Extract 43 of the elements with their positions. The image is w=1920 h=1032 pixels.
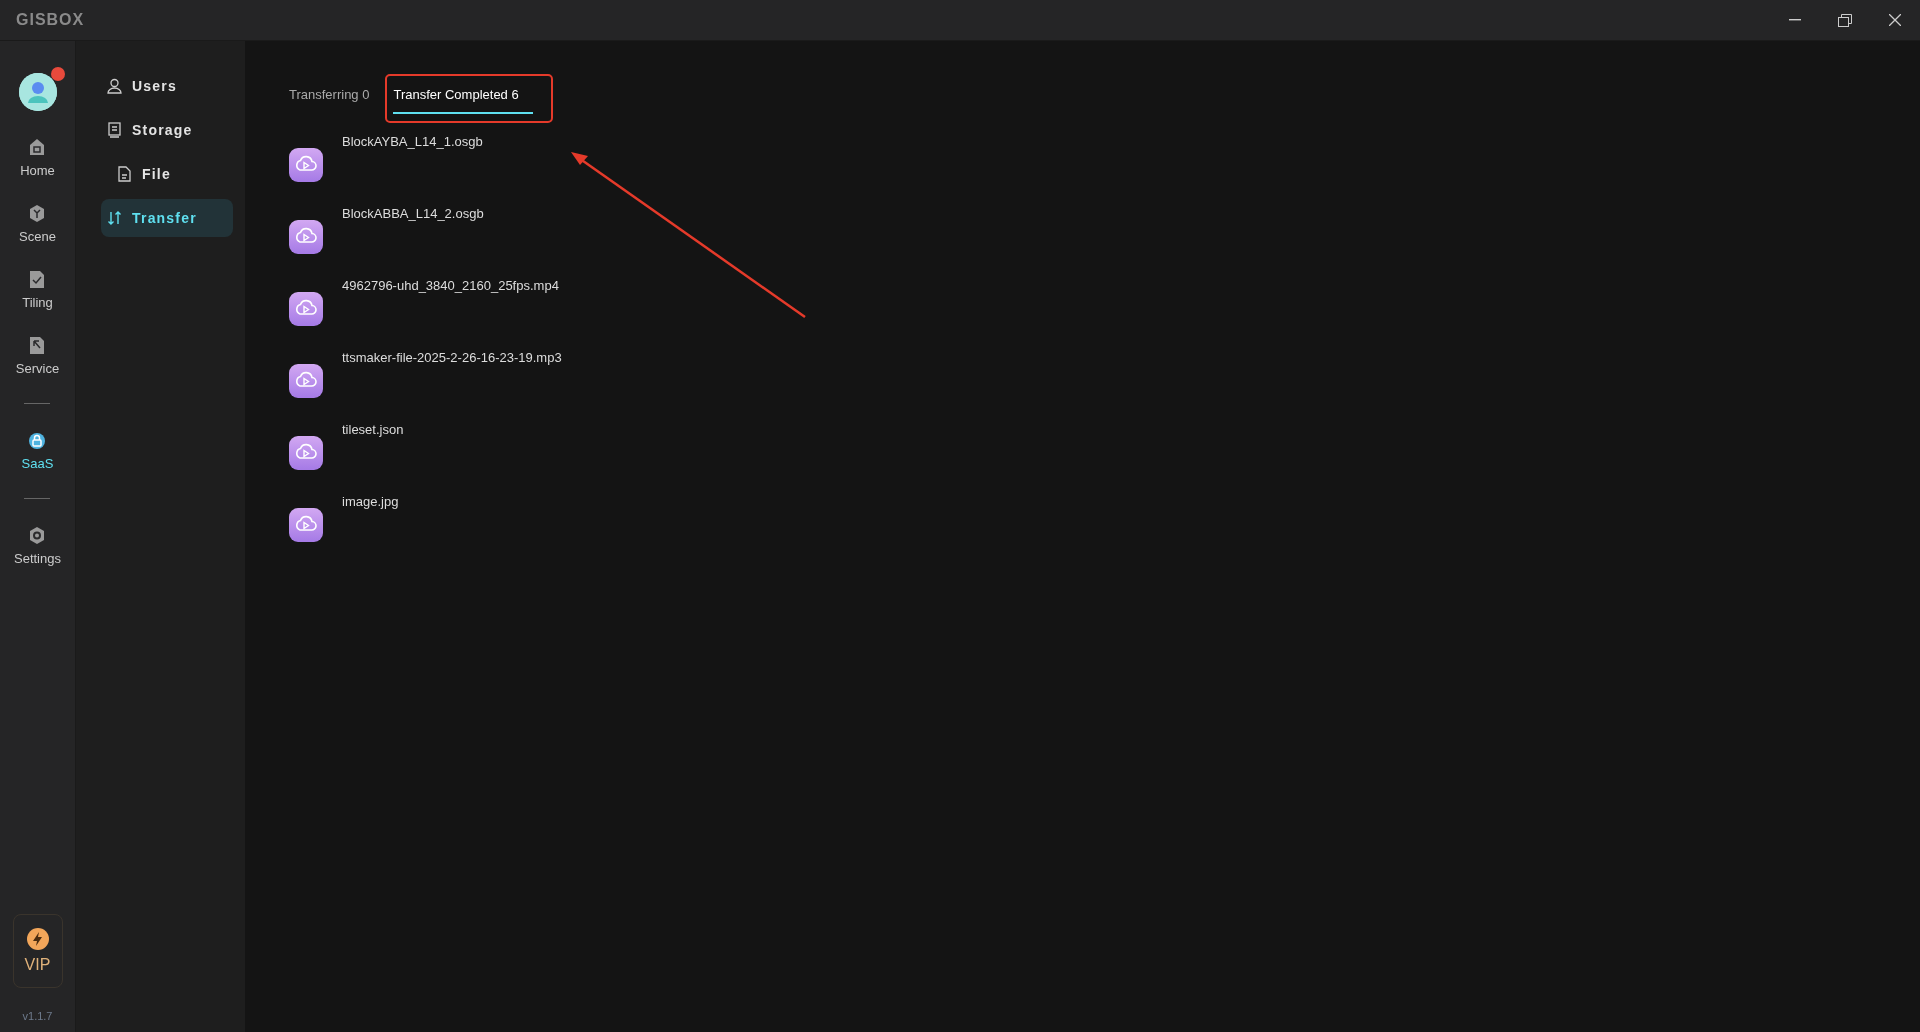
arrows-up-down-icon <box>107 210 122 226</box>
tab[interactable]: Transfer Completed 6 <box>393 79 533 114</box>
lock-icon <box>28 431 47 450</box>
notification-badge <box>50 67 65 81</box>
user-icon <box>107 78 122 94</box>
file-name: image.jpg <box>342 494 399 509</box>
app-logo: GISBOX <box>16 11 86 29</box>
nav-item[interactable]: Home <box>20 125 55 191</box>
storage-icon <box>107 122 122 138</box>
sidebar-item[interactable]: Users <box>101 67 233 105</box>
sidebar-item[interactable]: Transfer <box>101 199 233 237</box>
nav-item[interactable]: Scene <box>19 191 56 257</box>
nav-item[interactable]: Service <box>15 323 60 389</box>
document-icon <box>117 166 132 182</box>
gear-icon <box>28 526 47 545</box>
document-check-icon <box>28 270 47 289</box>
restore-icon[interactable] <box>1838 13 1852 27</box>
minimize-icon[interactable] <box>1789 19 1801 21</box>
sidebar-item[interactable]: Storage <box>101 111 233 149</box>
cloud-play-icon <box>289 436 323 470</box>
cloud-play-icon <box>289 364 323 398</box>
home-icon <box>28 138 47 157</box>
document-arrow-icon <box>28 336 47 355</box>
nav-item[interactable]: Settings <box>14 513 61 579</box>
nav-item[interactable]: SaaS <box>21 418 54 484</box>
vip-button[interactable]: VIP <box>12 914 63 988</box>
file-name: ttsmaker-file-2025-2-26-16-23-19.mp3 <box>342 350 562 365</box>
file-name: tileset.json <box>342 422 404 437</box>
sidebar-item[interactable]: File <box>101 155 233 193</box>
cloud-play-icon <box>289 508 323 542</box>
nav-item[interactable]: Tiling <box>22 257 53 323</box>
file-name: BlockAYBA_L14_1.osgb <box>342 134 483 149</box>
file-name: BlockABBA_L14_2.osgb <box>342 206 484 221</box>
cloud-play-icon <box>289 292 323 326</box>
cube-icon <box>28 204 47 223</box>
cloud-play-icon <box>289 220 323 254</box>
close-icon[interactable] <box>1889 14 1901 26</box>
user-avatar[interactable] <box>18 73 57 111</box>
lightning-icon <box>26 928 49 950</box>
cloud-play-icon <box>289 148 323 182</box>
file-name: 4962796-uhd_3840_2160_25fps.mp4 <box>342 278 559 293</box>
tab[interactable]: Transferring 0 <box>289 79 370 114</box>
version-label: v1.1.7 <box>22 1010 53 1022</box>
